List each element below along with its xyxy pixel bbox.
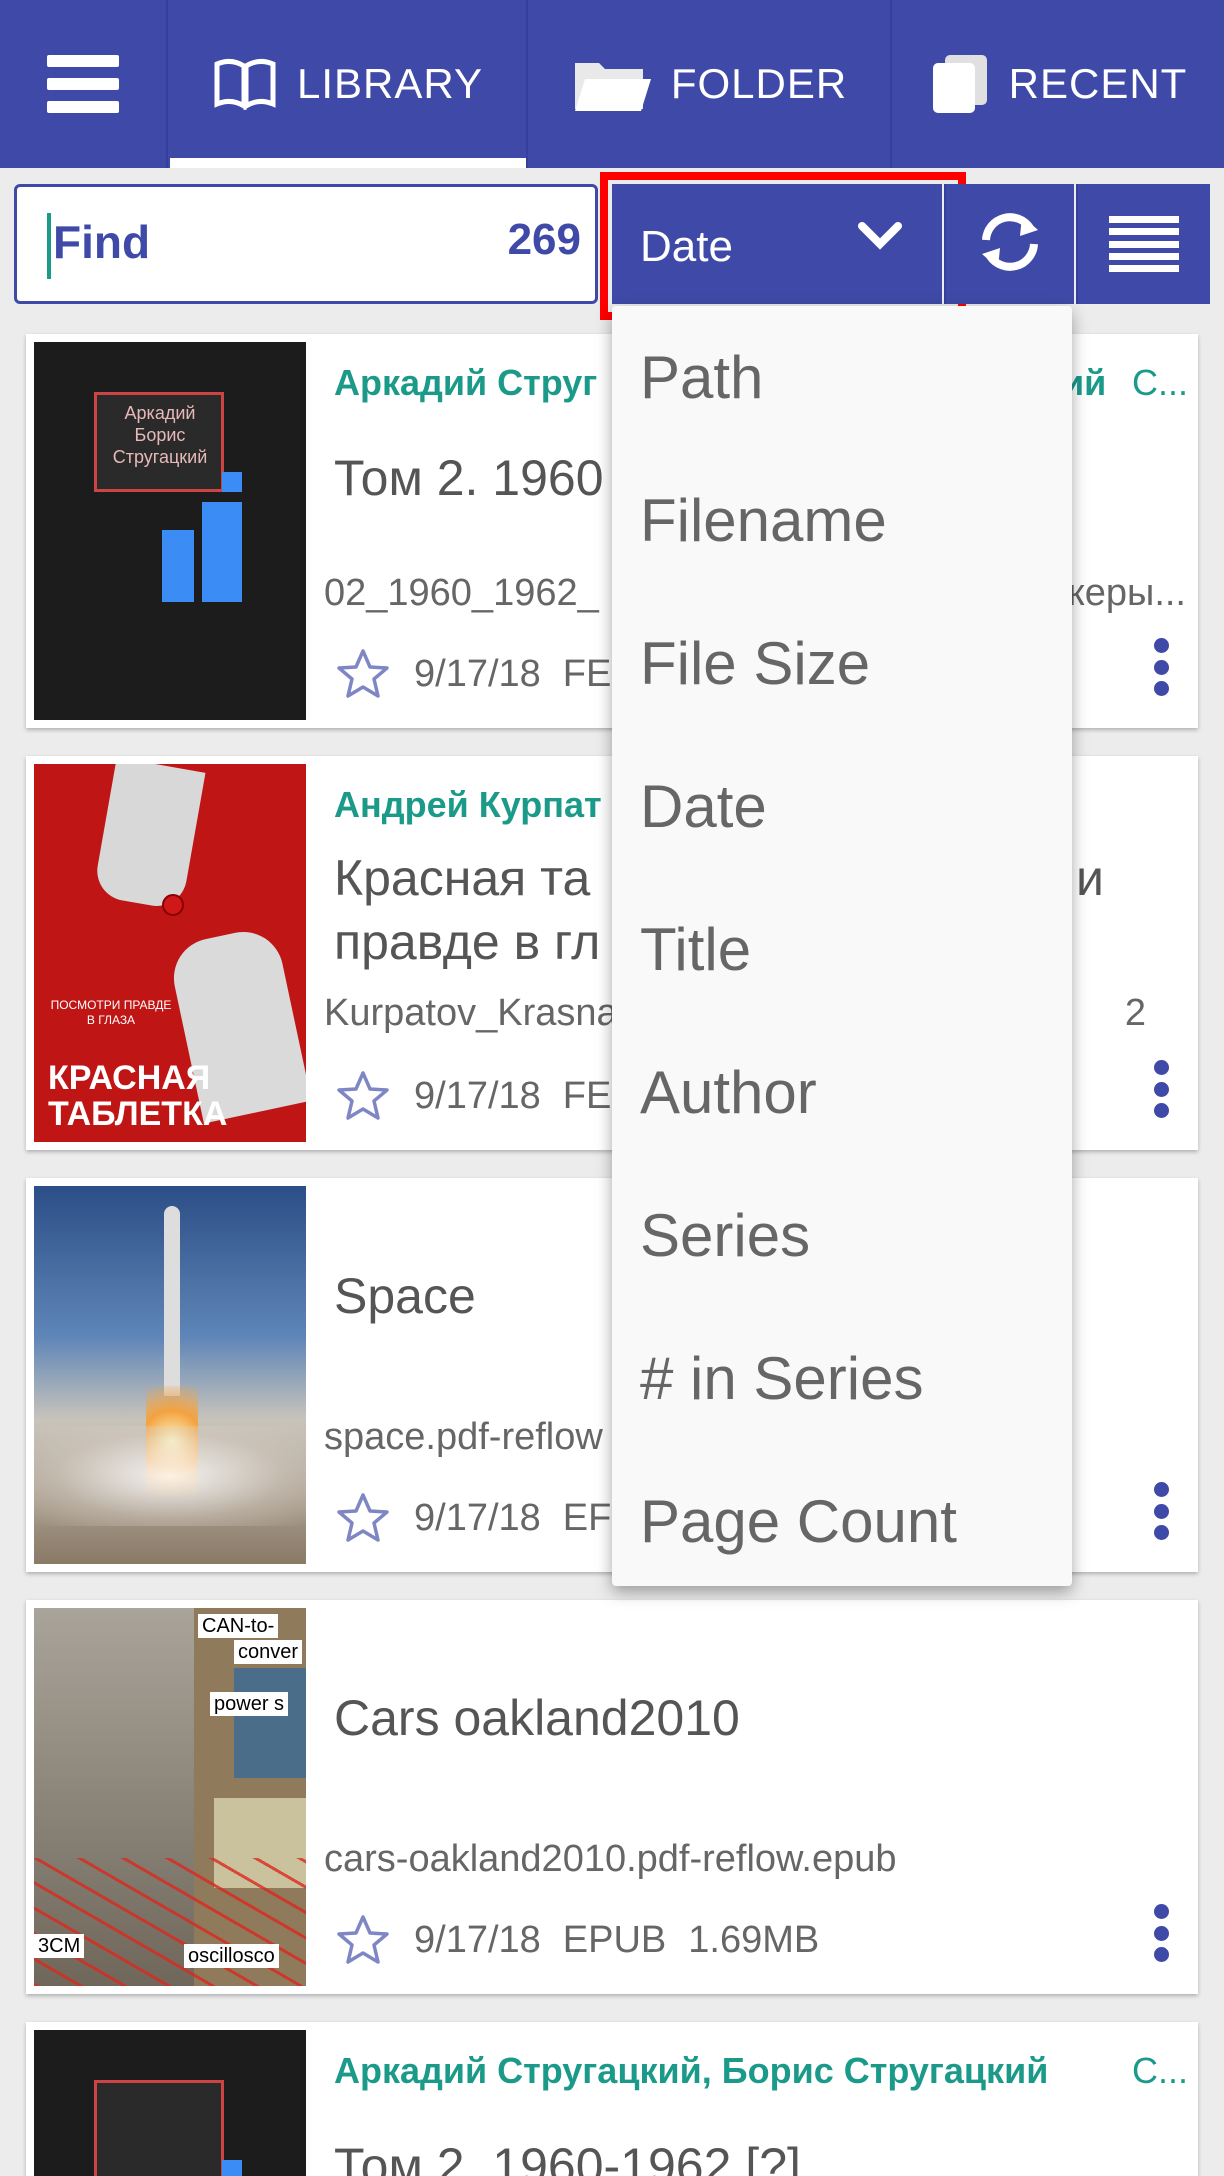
more-options-icon[interactable] <box>1152 1904 1170 1962</box>
cover-label: conver <box>234 1640 303 1664</box>
cover-label: CAN-to- <box>198 1614 279 1638</box>
book-cover <box>34 2030 306 2176</box>
book-author: Аркадий Стругацкий, Борис Стругацкий <box>334 2050 1049 2091</box>
tab-recent[interactable]: RECENT <box>894 0 1224 168</box>
book-filename: Kurpatov_Krasna <box>324 992 618 1034</box>
book-filename: cars-oakland2010.pdf-reflow.epub <box>324 1838 897 1880</box>
book-series: С... <box>1131 362 1188 403</box>
book-cover: CAN-to- conver power s 3CM oscillosco <box>34 1608 306 1986</box>
top-tab-bar: LIBRARY FOLDER RECENT <box>0 0 1224 168</box>
star-icon[interactable] <box>336 648 390 700</box>
folder-icon <box>573 55 651 113</box>
book-filename: space.pdf-reflow <box>324 1416 603 1458</box>
book-format: FE <box>562 1074 612 1117</box>
search-input-text: Find <box>53 216 151 268</box>
highlight-rectangle <box>600 172 966 320</box>
book-title-line1-tail: и <box>1076 850 1104 906</box>
book-card[interactable]: CAN-to- conver power s 3CM oscillosco Ca… <box>26 1600 1198 1994</box>
recent-files-icon <box>931 53 989 115</box>
book-format: EPUB <box>562 1918 667 1961</box>
result-count: 269 <box>507 215 581 264</box>
book-title: Cars oakland2010 <box>334 1690 740 1746</box>
cover-label: oscillosco <box>184 1944 279 1968</box>
sort-dropdown-menu: Path Filename File Size Date Title Autho… <box>612 306 1072 1586</box>
star-icon[interactable] <box>336 1070 390 1122</box>
book-size: 1.69MB <box>688 1918 820 1961</box>
cover-title: КРАСНАЯ ТАБЛЕТКА <box>48 1059 228 1133</box>
sort-option-series-number[interactable]: # in Series <box>612 1307 1072 1450</box>
star-icon[interactable] <box>336 1914 390 1966</box>
tab-library[interactable]: LIBRARY <box>170 0 528 168</box>
book-cover: Аркадий Борис Стругацкий <box>34 342 306 720</box>
search-input[interactable]: Find 269 <box>14 184 598 304</box>
sort-option-title[interactable]: Title <box>612 878 1072 1021</box>
cover-title: Аркадий Борис Стругацкий <box>112 403 208 467</box>
book-date: 9/17/18 <box>414 1496 541 1539</box>
sort-option-author[interactable]: Author <box>612 1021 1072 1164</box>
book-date: 9/17/18 <box>414 1074 541 1117</box>
book-series: С... <box>1131 2050 1188 2091</box>
refresh-button[interactable] <box>944 184 1074 304</box>
book-format: EF <box>562 1496 612 1539</box>
cover-label: 3CM <box>34 1934 85 1958</box>
book-date: 9/17/18 <box>414 652 541 695</box>
book-title: Том 2. 1960-1962 [?] <box>334 2138 801 2176</box>
app-root: LIBRARY FOLDER RECENT Find 269 Date Арка… <box>0 0 1224 2176</box>
book-author: Андрей Курпат <box>334 784 602 825</box>
book-filename-tail: 2 <box>1124 992 1146 1034</box>
sort-option-file-size[interactable]: File Size <box>612 592 1072 735</box>
sort-option-path[interactable]: Path <box>612 306 1072 449</box>
book-card[interactable]: Аркадий Стругацкий, Борис Стругацкий С..… <box>26 2022 1198 2176</box>
book-cover <box>34 1186 306 1564</box>
tab-recent-label: RECENT <box>1008 60 1188 107</box>
book-format: FE <box>562 652 612 695</box>
book-author: Аркадий Струг <box>334 362 598 403</box>
tab-library-label: LIBRARY <box>297 60 483 107</box>
sort-option-filename[interactable]: Filename <box>612 449 1072 592</box>
book-filename-tail: керы... <box>1067 572 1186 614</box>
cover-subtitle: ПОСМОТРИ ПРАВДЕ В ГЛАЗА <box>50 998 172 1027</box>
cover-label: power s <box>210 1692 289 1716</box>
more-options-icon[interactable] <box>1152 1482 1170 1540</box>
tab-folder[interactable]: FOLDER <box>530 0 892 168</box>
book-filename: 02_1960_1962_ <box>324 572 599 614</box>
menu-button[interactable] <box>0 0 168 168</box>
book-title: Том 2. 1960 <box>334 450 604 506</box>
book-icon <box>213 58 277 110</box>
view-mode-button[interactable] <box>1076 184 1210 304</box>
book-cover: ПОСМОТРИ ПРАВДЕ В ГЛАЗА КРАСНАЯ ТАБЛЕТКА <box>34 764 306 1142</box>
book-meta: 9/17/18 FE <box>336 1070 633 1122</box>
list-view-icon <box>1109 216 1179 272</box>
book-meta: 9/17/18 EPUB 1.69MB <box>336 1914 841 1966</box>
star-icon[interactable] <box>336 1492 390 1544</box>
refresh-icon <box>974 206 1046 283</box>
book-title-line2: правде в гл <box>334 914 601 970</box>
hamburger-icon <box>47 55 119 113</box>
sort-option-date[interactable]: Date <box>612 735 1072 878</box>
sort-option-series[interactable]: Series <box>612 1164 1072 1307</box>
book-title-line1: Красная та <box>334 850 591 906</box>
book-meta: 9/17/18 EF <box>336 1492 633 1544</box>
tab-folder-label: FOLDER <box>670 60 848 107</box>
book-date: 9/17/18 <box>414 1918 541 1961</box>
book-meta: 9/17/18 FE <box>336 648 633 700</box>
text-cursor <box>47 213 51 279</box>
more-options-icon[interactable] <box>1152 1060 1170 1118</box>
sort-option-page-count[interactable]: Page Count <box>612 1450 1072 1593</box>
more-options-icon[interactable] <box>1152 638 1170 696</box>
